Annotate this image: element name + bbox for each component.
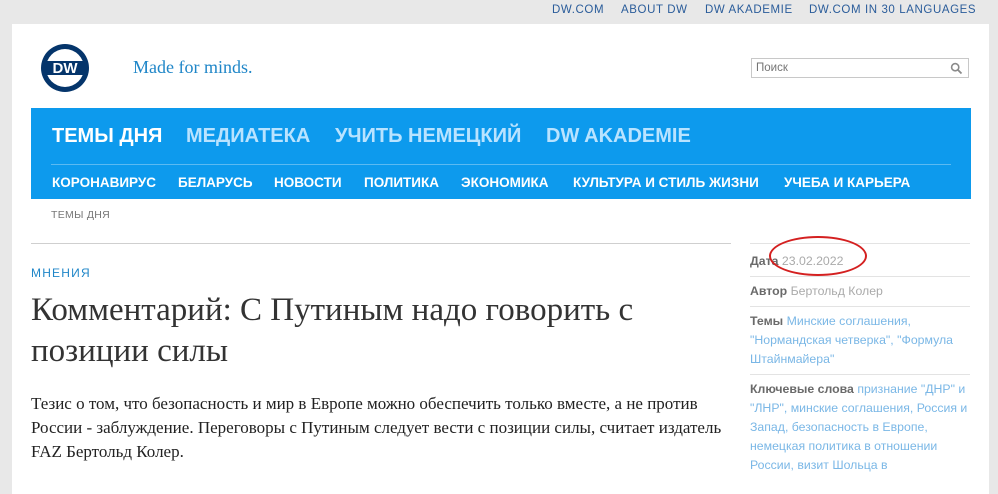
article-lead: Тезис о том, что безопасность и мир в Ев… [31, 394, 722, 461]
dw-logo[interactable]: DW [41, 44, 89, 92]
search-icon[interactable] [950, 62, 963, 75]
search-box [751, 58, 969, 78]
nav-divider [51, 164, 951, 165]
nav-item-learn-german[interactable]: УЧИТЬ НЕМЕЦКИЙ [335, 125, 521, 148]
slogan: Made for minds. [133, 57, 253, 77]
main-navigation: ТЕМЫ ДНЯ МЕДИАТЕКА УЧИТЬ НЕМЕЦКИЙ DW AKA… [31, 108, 971, 199]
subnav-item-news[interactable]: НОВОСТИ [274, 175, 342, 190]
subnav-item-coronavirus[interactable]: КОРОНАВИРУС [52, 175, 156, 190]
meta-author-label: Автор [750, 284, 788, 298]
article-headline: Комментарий: С Путиным надо говорить с п… [31, 292, 634, 369]
nav-item-dw-akademie[interactable]: DW AKADEMIE [546, 125, 691, 148]
date-annotation-circle [769, 236, 867, 276]
topbar-link-30-languages[interactable]: DW.COM IN 30 LANGUAGES [809, 4, 976, 16]
meta-author: Автор Бертольд Колер [750, 282, 968, 301]
meta-keywords: Ключевые слова признание "ДНР" и "ЛНР", … [750, 380, 968, 475]
top-utility-bar: DW.COM ABOUT DW DW AKADEMIE DW.COM IN 30… [0, 0, 998, 24]
article-category[interactable]: МНЕНИЯ [31, 266, 91, 280]
meta-topics: Темы Минские соглашения, "Нормандская че… [750, 312, 968, 369]
subnav-item-education[interactable]: УЧЕБА И КАРЬЕРА [784, 175, 910, 190]
meta-keywords-label: Ключевые слова [750, 382, 854, 396]
page-container: DW Made for minds. ТЕМЫ ДНЯ МЕДИАТЕКА УЧ… [12, 24, 989, 494]
breadcrumb[interactable]: ТЕМЫ ДНЯ [51, 209, 110, 221]
subnav-item-economy[interactable]: ЭКОНОМИКА [461, 175, 549, 190]
subnav-item-culture[interactable]: КУЛЬТУРА И СТИЛЬ ЖИЗНИ [573, 175, 759, 190]
nav-item-media-center[interactable]: МЕДИАТЕКА [186, 125, 310, 148]
topbar-link-about-dw[interactable]: ABOUT DW [621, 4, 688, 16]
subnav-item-politics[interactable]: ПОЛИТИКА [364, 175, 439, 190]
meta-topics-label: Темы [750, 314, 784, 328]
nav-item-top-stories[interactable]: ТЕМЫ ДНЯ [52, 125, 162, 148]
subnav-item-belarus[interactable]: БЕЛАРУСЬ [178, 175, 253, 190]
content-divider [31, 243, 731, 244]
meta-author-value: Бертольд Колер [790, 284, 883, 298]
topbar-link-dw-com[interactable]: DW.COM [552, 4, 604, 16]
search-input[interactable] [752, 59, 946, 77]
logo-text: DW [52, 60, 78, 77]
topbar-link-dw-akademie[interactable]: DW AKADEMIE [705, 4, 793, 16]
